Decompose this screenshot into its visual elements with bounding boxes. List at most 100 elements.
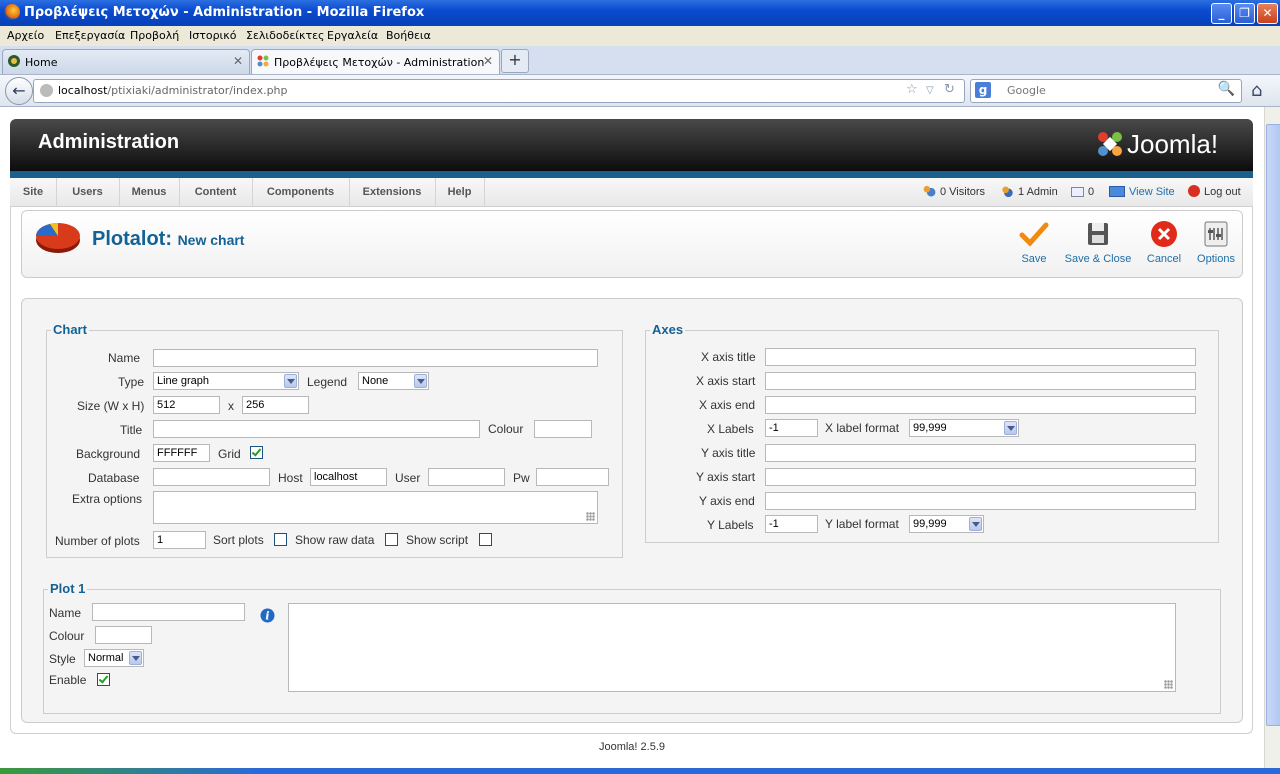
plot-style-select[interactable]: Normal — [84, 649, 144, 667]
reload-icon[interactable]: ↻ — [944, 82, 955, 97]
y-axis-end-input[interactable] — [765, 492, 1196, 510]
menu-file[interactable]: Αρχείο — [7, 29, 44, 42]
logout-link[interactable]: Log out — [1188, 178, 1241, 206]
admin-menu-content[interactable]: Content — [179, 178, 253, 206]
plot-colour-input[interactable] — [95, 626, 152, 644]
menu-help[interactable]: Βοήθεια — [386, 29, 431, 42]
menu-history[interactable]: Ιστορικό — [189, 29, 237, 42]
background-input[interactable]: FFFFFF — [153, 444, 210, 462]
messages-status[interactable]: 0 — [1071, 178, 1094, 206]
grid-checkbox[interactable] — [250, 446, 263, 459]
resize-grip-icon[interactable] — [1164, 680, 1173, 689]
search-icon[interactable]: 🔍 — [1218, 81, 1235, 97]
admin-menu-extensions[interactable]: Extensions — [349, 178, 436, 206]
axes-legend: Axes — [650, 322, 686, 337]
menu-edit[interactable]: Επεξεργασία — [55, 29, 125, 42]
resize-grip-icon[interactable] — [586, 512, 595, 521]
menu-bookmarks[interactable]: Σελιδοδείκτες — [246, 29, 325, 42]
page-title: Plotalot: New chart — [92, 228, 245, 250]
close-tab-icon[interactable]: ✕ — [483, 54, 493, 68]
user-input[interactable] — [428, 468, 505, 486]
extra-options-textarea[interactable] — [153, 491, 598, 524]
minimize-button[interactable]: _ — [1211, 3, 1232, 24]
admin-user-icon — [1000, 185, 1014, 197]
num-plots-input[interactable]: 1 — [153, 531, 206, 549]
y-labels-input[interactable]: -1 — [765, 515, 818, 533]
window-titlebar: Προβλέψεις Μετοχών - Administration - Mo… — [0, 0, 1280, 26]
user-label: User — [395, 471, 421, 485]
search-placeholder: Google — [1007, 84, 1046, 97]
legend-select[interactable]: None — [358, 372, 429, 390]
host-input[interactable]: localhost — [310, 468, 387, 486]
type-label: Type — [118, 375, 145, 389]
history-dropdown-icon[interactable]: ▽ — [926, 85, 934, 96]
joomla-logo-icon — [1098, 132, 1122, 156]
joomla-logo-text: Joomla! — [1127, 129, 1219, 159]
show-script-checkbox[interactable] — [479, 533, 492, 546]
height-input[interactable]: 256 — [242, 396, 309, 414]
plot-query-textarea[interactable] — [288, 603, 1176, 692]
close-tab-icon[interactable]: ✕ — [233, 54, 243, 68]
password-input[interactable] — [536, 468, 609, 486]
y-labels-label: Y Labels — [707, 518, 754, 532]
name-label: Name — [108, 351, 141, 365]
close-window-button[interactable]: ✕ — [1257, 3, 1278, 24]
y-axis-title-input[interactable] — [765, 444, 1196, 462]
plot-name-input[interactable] — [92, 603, 245, 621]
home-icon[interactable]: ⌂ — [1251, 80, 1262, 101]
y-label-format-select[interactable]: 99,999 — [909, 515, 984, 533]
page-viewport: Administration Joomla! Site Users Menus … — [0, 107, 1264, 768]
width-input[interactable]: 512 — [153, 396, 220, 414]
y-axis-start-label: Y axis start — [696, 470, 756, 484]
save-close-button[interactable]: Save & Close — [1062, 219, 1134, 265]
x-axis-title-label: X axis title — [701, 350, 756, 364]
admin-menu-components[interactable]: Components — [252, 178, 350, 206]
bookmark-star-icon[interactable]: ☆ — [906, 82, 918, 97]
x-labels-input[interactable]: -1 — [765, 419, 818, 437]
x-axis-start-input[interactable] — [765, 372, 1196, 390]
back-button[interactable]: ← — [5, 77, 33, 105]
vertical-scrollbar[interactable] — [1264, 107, 1280, 768]
options-button[interactable]: Options — [1195, 219, 1237, 265]
chart-colour-input[interactable] — [534, 420, 592, 438]
google-icon[interactable]: g — [975, 82, 991, 98]
tab-administration[interactable]: Προβλέψεις Μετοχών - Administration ✕ — [251, 49, 500, 74]
x-label-format-select[interactable]: 99,999 — [909, 419, 1019, 437]
users-icon — [922, 185, 936, 197]
x-axis-end-input[interactable] — [765, 396, 1196, 414]
legend-label: Legend — [307, 375, 348, 389]
info-icon[interactable]: i — [260, 608, 275, 623]
site-identity-icon[interactable] — [40, 84, 53, 97]
menu-view[interactable]: Προβολή — [130, 29, 179, 42]
plot-enable-checkbox[interactable] — [97, 673, 110, 686]
tab-home[interactable]: Home ✕ — [2, 49, 250, 74]
scrollbar-thumb[interactable] — [1266, 124, 1280, 726]
colour-label: Colour — [488, 422, 524, 436]
chart-type-select[interactable]: Line graph — [153, 372, 299, 390]
admins-status: 1 Admin — [1000, 178, 1058, 206]
database-input[interactable] — [153, 468, 270, 486]
admin-menu-help[interactable]: Help — [435, 178, 485, 206]
view-site-link[interactable]: View Site — [1109, 178, 1175, 206]
maximize-button[interactable]: ❐ — [1234, 3, 1255, 24]
options-icon — [1204, 221, 1228, 247]
axes-fieldset: Axes X axis title X axis start X axis en… — [645, 322, 1219, 543]
x-axis-end-label: X axis end — [699, 398, 756, 412]
search-bar[interactable]: g Google 🔍 — [970, 79, 1242, 103]
new-tab-button[interactable]: + — [501, 49, 529, 73]
menu-tools[interactable]: Εργαλεία — [327, 29, 378, 42]
show-raw-data-checkbox[interactable] — [385, 533, 398, 546]
cancel-button[interactable]: Cancel — [1144, 219, 1184, 265]
admin-menu-menus[interactable]: Menus — [119, 178, 180, 206]
admin-menu-site[interactable]: Site — [10, 178, 57, 206]
chart-name-input[interactable] — [153, 349, 598, 367]
chart-title-input[interactable] — [153, 420, 480, 438]
admin-menu: Site Users Menus Content Components Exte… — [10, 178, 1253, 207]
url-bar[interactable]: localhost/ptixiaki/administrator/index.p… — [33, 79, 965, 103]
x-axis-title-input[interactable] — [765, 348, 1196, 366]
admin-menu-users[interactable]: Users — [56, 178, 120, 206]
save-button[interactable]: Save — [1014, 219, 1054, 265]
y-axis-start-input[interactable] — [765, 468, 1196, 486]
host-label: Host — [278, 471, 303, 485]
sort-plots-checkbox[interactable] — [274, 533, 287, 546]
